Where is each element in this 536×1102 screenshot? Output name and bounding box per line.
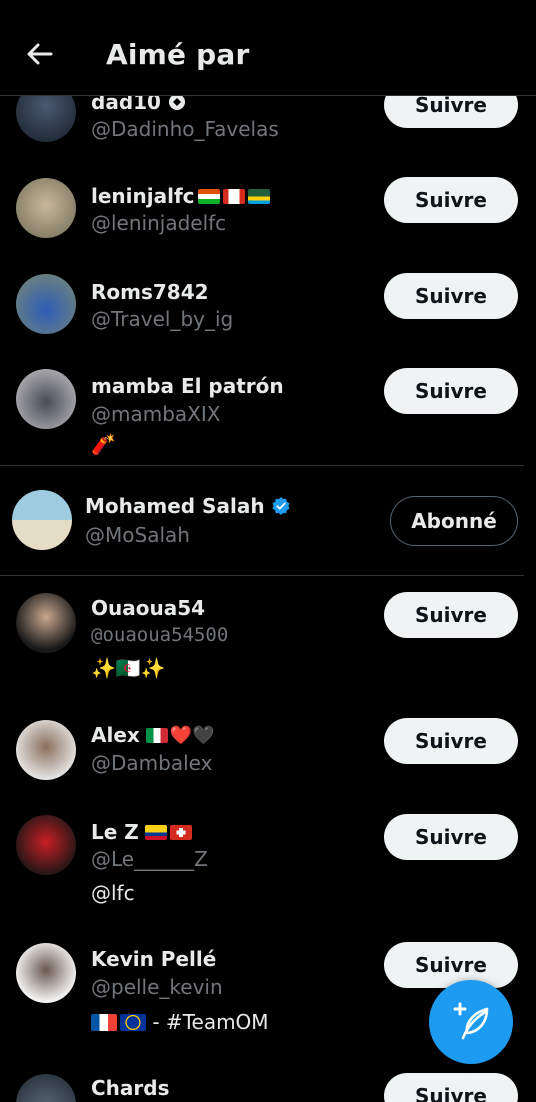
user-name: Kevin Pellé bbox=[91, 947, 217, 971]
following-button[interactable]: Abonné bbox=[390, 496, 518, 546]
verified-badge-icon bbox=[272, 497, 290, 515]
user-bio: ✨🇩🇿✨ bbox=[91, 656, 166, 680]
user-name: Roms7842 bbox=[91, 280, 209, 304]
hearts-emoji: ❤️🖤 bbox=[169, 724, 215, 746]
name-line: leninjalfc bbox=[91, 184, 270, 208]
user-row[interactable]: Alex ❤️🖤 @Dambalex Suivre bbox=[0, 718, 536, 798]
user-handle: @leninjadelfc bbox=[91, 211, 227, 235]
colombia-flag-icon bbox=[144, 824, 167, 840]
user-name: mamba El patrón bbox=[91, 374, 284, 398]
niger-flag-icon bbox=[197, 188, 220, 204]
name-line: Le Z bbox=[91, 820, 192, 844]
follow-button[interactable]: Suivre bbox=[384, 273, 518, 319]
follow-button[interactable]: Suivre bbox=[384, 1073, 518, 1102]
user-row[interactable]: leninjalfc @leninjadelfc Suivre bbox=[0, 176, 536, 256]
user-bio: 🧨 bbox=[91, 432, 116, 456]
user-handle: @Dadinho_Favelas bbox=[91, 117, 279, 141]
avatar[interactable] bbox=[12, 490, 72, 550]
user-row[interactable]: mamba El patrón @mambaXIX 🧨 Suivre bbox=[0, 368, 536, 463]
user-handle: @mambaXIX bbox=[91, 402, 221, 426]
follow-button[interactable]: Suivre bbox=[384, 177, 518, 223]
liked-by-list: dad10 @Dadinho_Favelas Suivre leninjalfc… bbox=[0, 0, 536, 1102]
name-line: Alex ❤️🖤 bbox=[91, 723, 215, 747]
page-title: Aimé par bbox=[106, 38, 250, 71]
name-line: Mohamed Salah bbox=[85, 494, 291, 518]
avatar[interactable] bbox=[16, 274, 76, 334]
user-row[interactable]: Chards Suivre bbox=[0, 1072, 536, 1102]
user-bio[interactable]: @lfc bbox=[91, 881, 135, 905]
avatar[interactable] bbox=[16, 369, 76, 429]
avatar[interactable] bbox=[16, 720, 76, 780]
user-row[interactable]: Le Z @Le______Z @lfc Suivre bbox=[0, 814, 536, 914]
follow-button[interactable]: Suivre bbox=[384, 368, 518, 414]
user-name: Chards bbox=[91, 1076, 170, 1100]
france-flag-icon bbox=[91, 1013, 117, 1031]
name-line: Ouaoua54 bbox=[91, 596, 205, 620]
switzerland-flag-icon bbox=[169, 824, 192, 840]
user-row[interactable]: Roms7842 @Travel_by_ig Suivre bbox=[0, 272, 536, 352]
italy-flag-icon bbox=[145, 727, 168, 743]
divider bbox=[0, 575, 524, 576]
user-name: Mohamed Salah bbox=[85, 494, 265, 518]
user-handle: @MoSalah bbox=[85, 523, 190, 547]
follow-button[interactable]: Suivre bbox=[384, 718, 518, 764]
compose-post-button[interactable] bbox=[429, 980, 513, 1064]
user-name: Alex bbox=[91, 723, 140, 747]
avatar[interactable] bbox=[16, 593, 76, 653]
user-name: Le Z bbox=[91, 820, 139, 844]
top-app-bar: Aimé par bbox=[0, 0, 536, 96]
eu-flag-icon bbox=[120, 1013, 146, 1031]
user-name: Ouaoua54 bbox=[91, 596, 206, 620]
name-line: Chards bbox=[91, 1076, 170, 1100]
user-handle: @Travel_by_ig bbox=[91, 307, 234, 331]
avatar[interactable] bbox=[16, 1074, 76, 1102]
user-bio-text: - #TeamOM bbox=[146, 1010, 269, 1034]
follow-button[interactable]: Suivre bbox=[384, 942, 518, 988]
avatar[interactable] bbox=[16, 815, 76, 875]
follow-button[interactable]: Suivre bbox=[384, 814, 518, 860]
user-row[interactable]: Mohamed Salah @MoSalah Abonné bbox=[0, 488, 536, 568]
user-bio: - #TeamOM bbox=[91, 1010, 269, 1034]
name-line: Roms7842 bbox=[91, 280, 209, 304]
back-arrow-icon[interactable] bbox=[24, 38, 56, 70]
user-name: leninjalfc bbox=[91, 184, 195, 208]
user-handle: @Dambalex bbox=[91, 751, 213, 775]
canada-flag-icon bbox=[222, 188, 245, 204]
user-handle: @ouaoua54500 bbox=[91, 624, 229, 646]
name-line: Kevin Pellé bbox=[91, 947, 216, 971]
avatar[interactable] bbox=[16, 178, 76, 238]
divider bbox=[0, 465, 524, 466]
user-handle: @Le______Z bbox=[91, 847, 208, 871]
compose-feather-icon bbox=[453, 1002, 489, 1040]
follow-button[interactable]: Suivre bbox=[384, 592, 518, 638]
user-row[interactable]: Ouaoua54 @ouaoua54500 ✨🇩🇿✨ Suivre bbox=[0, 592, 536, 687]
user-handle: @pelle_kevin bbox=[91, 975, 223, 999]
name-line: mamba El patrón bbox=[91, 374, 284, 398]
avatar[interactable] bbox=[16, 943, 76, 1003]
rwanda-flag-icon bbox=[247, 188, 270, 204]
